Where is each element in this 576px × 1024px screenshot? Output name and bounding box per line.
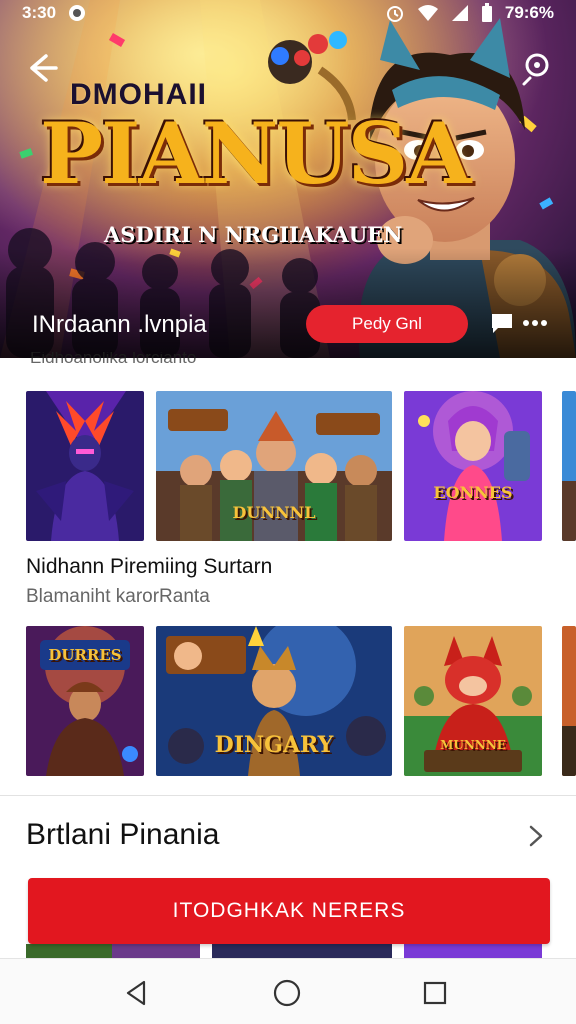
chat-icon[interactable] [490, 312, 514, 334]
signal-icon [451, 5, 468, 21]
section-title-large: Brtlani Pinania [26, 818, 220, 851]
chevron-right-icon[interactable] [526, 824, 546, 848]
game-card-caption: MUNNNE [440, 738, 506, 752]
game-card[interactable]: DINGARY [156, 626, 392, 776]
game-card-caption: DUNNNL [232, 503, 316, 522]
more-dots-icon[interactable] [522, 316, 548, 330]
game-card-caption: EONNES [433, 483, 513, 502]
home-circle-icon[interactable] [271, 977, 303, 1009]
primary-action-button[interactable]: ITODGHKAK NERERS [28, 878, 550, 944]
hero-banner[interactable]: 3:30 79:6% DMOHAII PIANUSA ASDIRI N NRGI… [0, 0, 576, 358]
game-thumbnail [404, 391, 542, 541]
game-card[interactable]: EONNES [404, 391, 542, 541]
search-icon[interactable] [518, 48, 558, 88]
section-subtitle: Blamaniht karorRanta [26, 586, 210, 607]
hero-title: PIANUSA [40, 104, 472, 203]
game-card[interactable]: MUNNNE [404, 626, 542, 776]
game-card[interactable] [26, 391, 144, 541]
play-button[interactable]: Pedy Gnl [306, 305, 468, 343]
game-thumbnail [404, 626, 542, 776]
battery-percent: 79:6% [504, 3, 554, 22]
status-time: 3:30 [22, 3, 57, 22]
hero-subtitle: ASDIRI N NRGIIAKAUEN [104, 222, 403, 247]
battery-icon [481, 3, 492, 22]
game-card-peek[interactable] [562, 626, 576, 776]
game-card[interactable]: DUNNNL [156, 391, 392, 541]
thumbnail-peek-strip [26, 944, 542, 958]
game-thumbnail [26, 391, 144, 541]
game-card-peek[interactable] [562, 391, 576, 541]
game-carousel-second[interactable]: DURRES DINGARY MUNNNE [0, 626, 576, 776]
hero-game-name: INrdaann .lvnpia [32, 311, 207, 338]
section-divider [0, 795, 576, 796]
alarm-icon [386, 6, 403, 22]
app-screen: 3:30 79:6% DMOHAII PIANUSA ASDIRI N NRGI… [0, 0, 576, 1024]
status-bar: 3:30 79:6% [0, 0, 576, 26]
section-title: Nidhann Piremiing Surtarn [26, 555, 273, 578]
recents-square-icon[interactable] [419, 977, 451, 1009]
back-arrow-icon[interactable] [22, 48, 62, 88]
game-thumbnail [562, 626, 576, 776]
game-carousel-top[interactable]: DUNNNL EONNES [0, 391, 576, 541]
game-card-caption: DURRES [48, 646, 122, 664]
game-card[interactable]: DURRES [26, 626, 144, 776]
hero-shade [0, 248, 576, 358]
game-thumbnail [562, 391, 576, 541]
navigation-bar [0, 958, 576, 1024]
wifi-icon [417, 5, 438, 21]
notification-icon [69, 5, 86, 21]
game-card-caption: DINGARY [214, 732, 334, 758]
back-triangle-icon[interactable] [120, 977, 152, 1009]
